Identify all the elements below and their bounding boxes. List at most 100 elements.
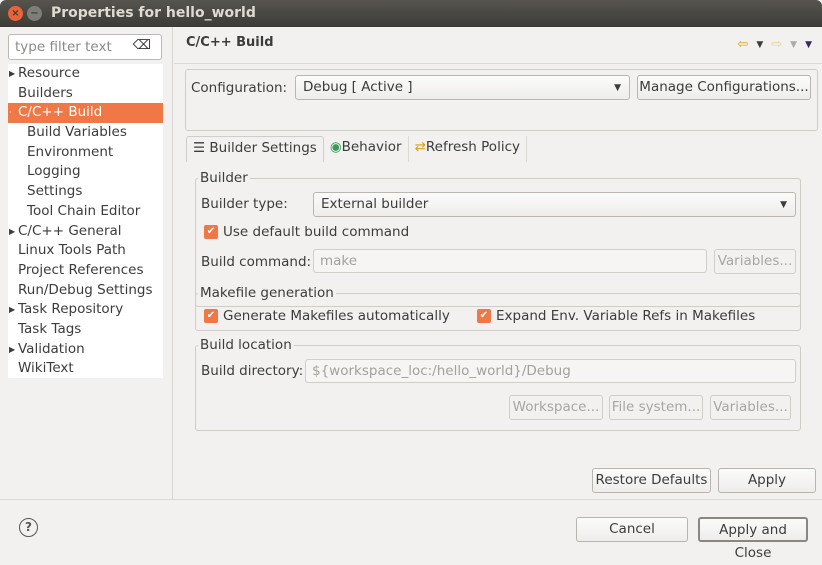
location-variables-button[interactable]: Variables... [710,395,791,420]
expand-arrow-icon[interactable]: ▶ [9,64,15,84]
list-icon: ☰ [193,140,206,156]
tree-item-label: Build Variables [27,124,127,141]
back-arrow-icon[interactable]: ⇦ [737,37,748,52]
build-location-legend: Build location [198,337,294,353]
configuration-select[interactable]: Debug [ Active ] ▼ [295,75,630,100]
page-title: C/C++ Build [186,35,274,50]
makefile-legend: Makefile generation [198,285,336,301]
tab-label: Behavior [341,139,402,155]
main-panel: C/C++ Build ⇦ ▼ ⇨ ▼ ▼ Configuration: Deb… [174,27,822,499]
cancel-button[interactable]: Cancel [576,517,688,542]
tree-item[interactable]: Task Tags [8,320,163,340]
chevron-down-icon: ▼ [614,83,621,93]
tree-item-label: Logging [27,163,81,180]
tree-item[interactable]: Logging [8,162,163,182]
manage-configurations-button[interactable]: Manage Configurations... [637,75,811,100]
tree-item[interactable]: Run/Debug Settings [8,281,163,301]
back-dropdown-icon[interactable]: ▼ [756,40,763,50]
tree-item-label: Environment [27,143,114,160]
build-command-label: Build command: [201,254,312,270]
tab-label: Refresh Policy [425,139,520,155]
checkmark-icon: ✔ [204,309,218,323]
tab-refresh-policy[interactable]: ⇄Refresh Policy [409,136,527,162]
tree-item-label: Settings [27,183,83,200]
build-directory-input[interactable]: ${workspace_loc:/hello_world}/Debug [305,359,796,383]
filter-input[interactable]: type filter text ⌫ [8,34,162,60]
refresh-icon: ⇄ [414,139,426,155]
divider [174,63,822,64]
expand-arrow-icon[interactable]: ▶ [9,300,15,320]
expanded-icon[interactable]: · [9,103,12,123]
tree-item-label: Task Tags [18,320,82,337]
tree-item-label: Run/Debug Settings [18,281,153,298]
tree-item[interactable]: Build Variables [8,123,163,143]
forward-arrow-icon[interactable]: ⇨ [771,37,782,52]
build-command-input[interactable]: make [313,249,707,273]
tree-item[interactable]: Builders [8,84,163,104]
minimize-window-button[interactable]: − [27,6,42,21]
generate-makefiles-checkbox[interactable]: ✔ Generate Makefiles automatically [204,308,450,324]
tree-item-label: Builders [18,84,73,101]
tree-item[interactable]: ▶ Task Repository [8,300,163,320]
tree-item[interactable]: Environment [8,143,163,163]
forward-dropdown-icon[interactable]: ▼ [790,40,797,50]
tree-item[interactable]: Linux Tools Path [8,241,163,261]
nav-toolbar: ⇦ ▼ ⇨ ▼ ▼ [737,37,812,52]
chevron-down-icon: ▼ [780,200,787,210]
makefile-group: Makefile generation ✔ Generate Makefiles … [195,285,801,331]
tree-item[interactable]: Tool Chain Editor [8,202,163,222]
tree-item-label: Tool Chain Editor [27,202,141,219]
apply-button[interactable]: Apply [718,468,816,493]
builder-variables-button[interactable]: Variables... [714,249,796,274]
tree-item-label: Linux Tools Path [18,242,126,259]
tree-item[interactable]: WikiText [8,359,163,379]
close-window-button[interactable]: × [8,6,23,21]
radio-icon: ◉ [329,139,342,155]
tree-item-label: Resource [18,65,80,81]
apply-and-close-button[interactable]: Apply and Close [698,517,808,561]
builder-legend: Builder [198,170,250,186]
file-system-button[interactable]: File system... [609,395,703,420]
checkmark-icon: ✔ [204,225,218,239]
tab-behavior[interactable]: ◉Behavior [324,136,409,162]
sidebar: type filter text ⌫ ▶ Resource Builders · C/C… [0,27,173,499]
configuration-label: Configuration: [191,80,288,96]
tree-item[interactable]: · C/C++ Build [8,103,163,124]
clear-filter-icon[interactable]: ⌫ [133,38,151,53]
expand-arrow-icon[interactable]: ▶ [9,340,15,360]
configuration-value: Debug [ Active ] [303,79,413,95]
build-location-group: Build location Build directory: ${worksp… [195,337,801,431]
builder-type-select[interactable]: External builder ▼ [313,192,796,217]
expand-env-refs-checkbox[interactable]: ✔ Expand Env. Variable Refs in Makefiles [477,308,755,324]
title-bar: × − Properties for hello_world [0,0,822,27]
tree-item-label: Validation [18,340,85,357]
build-directory-label: Build directory: [201,363,304,379]
tree-item-label: WikiText [18,360,74,377]
property-tree: ▶ Resource Builders · C/C++ Build Build Varia… [8,64,163,378]
tree-item[interactable]: Project References [8,261,163,281]
tree-item-label: Task Repository [18,301,124,318]
workspace-button[interactable]: Workspace... [509,395,603,420]
tab-bar: ☰ Builder Settings ◉Behavior ⇄Refresh Po… [186,136,527,162]
filter-placeholder: type filter text [15,39,112,55]
tree-item[interactable]: ▶ Resource [8,64,163,84]
tree-item-label: C/C++ General [18,222,122,239]
tree-item[interactable]: Settings [8,182,163,202]
expand-arrow-icon[interactable]: ▶ [9,222,15,242]
restore-defaults-button[interactable]: Restore Defaults [592,468,711,493]
checkbox-label: Use default build command [223,224,410,240]
builder-type-label: Builder type: [201,196,288,212]
use-default-build-command-checkbox[interactable]: ✔ Use default build command [204,224,409,240]
tree-item[interactable]: ▶ Validation [8,340,163,360]
builder-type-value: External builder [321,196,429,212]
tab-builder-settings[interactable]: ☰ Builder Settings [186,136,324,162]
view-menu-icon[interactable]: ▼ [805,40,812,50]
configuration-group: Configuration: Debug [ Active ] ▼ Manage … [185,69,818,131]
help-icon[interactable]: ? [19,518,38,537]
dialog-footer: ? Cancel Apply and Close [0,499,822,561]
tab-label: Builder Settings [209,140,317,156]
tree-item[interactable]: ▶ C/C++ General [8,222,163,242]
tree-item-label: Project References [18,261,144,278]
window-title: Properties for hello_world [51,5,256,21]
tree-item-label: C/C++ Build [18,104,103,121]
